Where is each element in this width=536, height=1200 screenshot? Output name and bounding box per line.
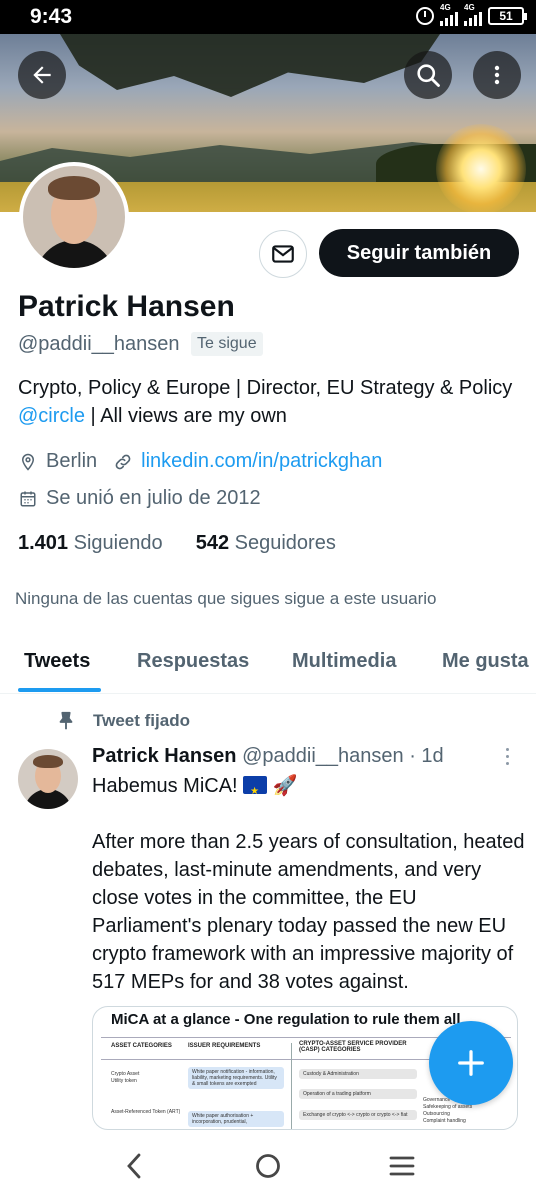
profile-handle: @paddii__hansen: [18, 333, 180, 355]
image-casp-2: Operation of a trading platform: [299, 1089, 417, 1099]
image-row2-asset: Asset-Referenced Token (ART): [111, 1109, 181, 1115]
profile-avatar[interactable]: [19, 162, 129, 272]
tab-tweets[interactable]: Tweets: [24, 650, 90, 673]
no-mutual-followers-text: Ninguna de las cuentas que sigues sigue …: [15, 589, 437, 608]
mail-icon: [272, 245, 294, 263]
image-col-casp: CRYPTO-ASSET SERVICE PROVIDER (CASP) CAT…: [299, 1041, 407, 1053]
profile-location: Berlin: [46, 450, 98, 472]
calendar-icon: [18, 489, 38, 509]
menu-lines-icon: [389, 1156, 415, 1176]
profile-location-row: Berlin linkedin.com/in/patrickghan: [18, 450, 382, 473]
follows-you-badge: Te sigue: [191, 332, 263, 356]
home-circle-icon: [256, 1154, 280, 1178]
nav-recents-button[interactable]: [384, 1148, 420, 1184]
status-icons: 4G 4G 51: [416, 3, 527, 26]
active-tab-indicator: [18, 688, 101, 692]
location-pin-icon: [18, 452, 38, 472]
rocket-emoji: 🚀: [272, 775, 298, 797]
nav-back-button[interactable]: [116, 1148, 152, 1184]
bio-mention-link[interactable]: @circle: [18, 405, 85, 427]
tweet-first-line: Habemus MiCA!: [92, 775, 244, 797]
status-time: 9:43: [30, 5, 73, 28]
network-type-label: 4G: [440, 3, 451, 12]
more-options-button[interactable]: [473, 51, 521, 99]
bio-text: Crypto, Policy & Europe | Director, EU S…: [18, 377, 513, 399]
signal-icon: 4G: [440, 3, 458, 26]
pinned-tweet-label: Tweet fijado: [55, 710, 190, 732]
image-col-issuer: ISSUER REQUIREMENTS: [188, 1043, 261, 1049]
following-link[interactable]: 1.401 Siguiendo: [18, 532, 163, 554]
followers-link[interactable]: 542 Seguidores: [196, 532, 336, 554]
alarm-icon: [416, 7, 434, 25]
profile-counts: 1.401 Siguiendo 542 Seguidores: [18, 532, 336, 555]
network-type-label-2: 4G: [464, 3, 475, 12]
eu-flag-icon: [243, 776, 268, 806]
image-title: MiCA at a glance - One regulation to rul…: [111, 1011, 461, 1028]
image-casp-1: Custody & Administration: [299, 1069, 417, 1079]
image-casp-3: Exchange of crypto <-> crypto or crypto …: [299, 1110, 417, 1120]
tab-replies[interactable]: Respuestas: [137, 650, 249, 673]
more-vertical-icon: [494, 65, 500, 85]
tweet-author-avatar[interactable]: [18, 749, 78, 809]
tweet-timestamp[interactable]: · 1d: [409, 745, 443, 767]
followers-count: 542: [195, 532, 230, 554]
profile-joined-row: Se unió en julio de 2012: [18, 487, 261, 510]
tweet-header: Patrick Hansen @paddii__hansen · 1d: [92, 745, 444, 768]
followers-label: Seguidores: [234, 532, 336, 554]
link-icon: [113, 452, 133, 472]
image-col-assets: ASSET CATEGORIES: [111, 1043, 172, 1049]
tab-media[interactable]: Multimedia: [292, 650, 396, 673]
search-button[interactable]: [404, 51, 452, 99]
image-row1-requirement: White paper notification - information, …: [188, 1067, 284, 1089]
system-nav-bar: [0, 1130, 536, 1200]
plus-icon: [458, 1050, 484, 1076]
profile-name: Patrick Hansen: [18, 290, 235, 323]
signal-icon-2: 4G: [464, 3, 482, 26]
image-row2-requirement: White paper authorisation + incorporatio…: [188, 1111, 284, 1127]
search-icon: [417, 64, 440, 87]
profile-bio: Crypto, Policy & Europe | Director, EU S…: [18, 374, 518, 430]
tweet-author-handle[interactable]: @paddii__hansen: [242, 745, 404, 767]
tab-likes[interactable]: Me gusta: [442, 650, 529, 673]
chevron-left-icon: [127, 1153, 141, 1179]
image-row1-asset: Crypto Asset Utility token: [111, 1071, 140, 1084]
pinned-label-text: Tweet fijado: [93, 711, 190, 730]
following-label: Siguiendo: [73, 532, 163, 554]
tweet-author-name[interactable]: Patrick Hansen: [92, 745, 237, 767]
tweet-more-button[interactable]: [500, 748, 514, 768]
back-arrow-icon: [33, 66, 51, 84]
profile-tabs: Tweets Respuestas Multimedia Me gusta: [0, 630, 536, 694]
profile-joined-date: Se unió en julio de 2012: [46, 487, 261, 509]
status-bar: 9:43 4G 4G 51: [0, 0, 536, 34]
pin-icon: [59, 711, 73, 730]
back-button[interactable]: [18, 51, 66, 99]
follow-button[interactable]: Seguir también: [319, 229, 519, 277]
tweet-text: Habemus MiCA! 🚀 After more than 2.5 year…: [92, 772, 528, 996]
message-button[interactable]: [259, 230, 307, 278]
following-count: 1.401: [18, 532, 69, 554]
battery-icon: 51: [488, 7, 527, 25]
bio-text-end: | All views are my own: [84, 405, 287, 427]
nav-home-button[interactable]: [250, 1148, 286, 1184]
profile-website-link[interactable]: linkedin.com/in/patrickghan: [141, 450, 382, 473]
compose-tweet-button[interactable]: [429, 1021, 513, 1105]
tweet-body: After more than 2.5 years of consultatio…: [92, 831, 525, 993]
